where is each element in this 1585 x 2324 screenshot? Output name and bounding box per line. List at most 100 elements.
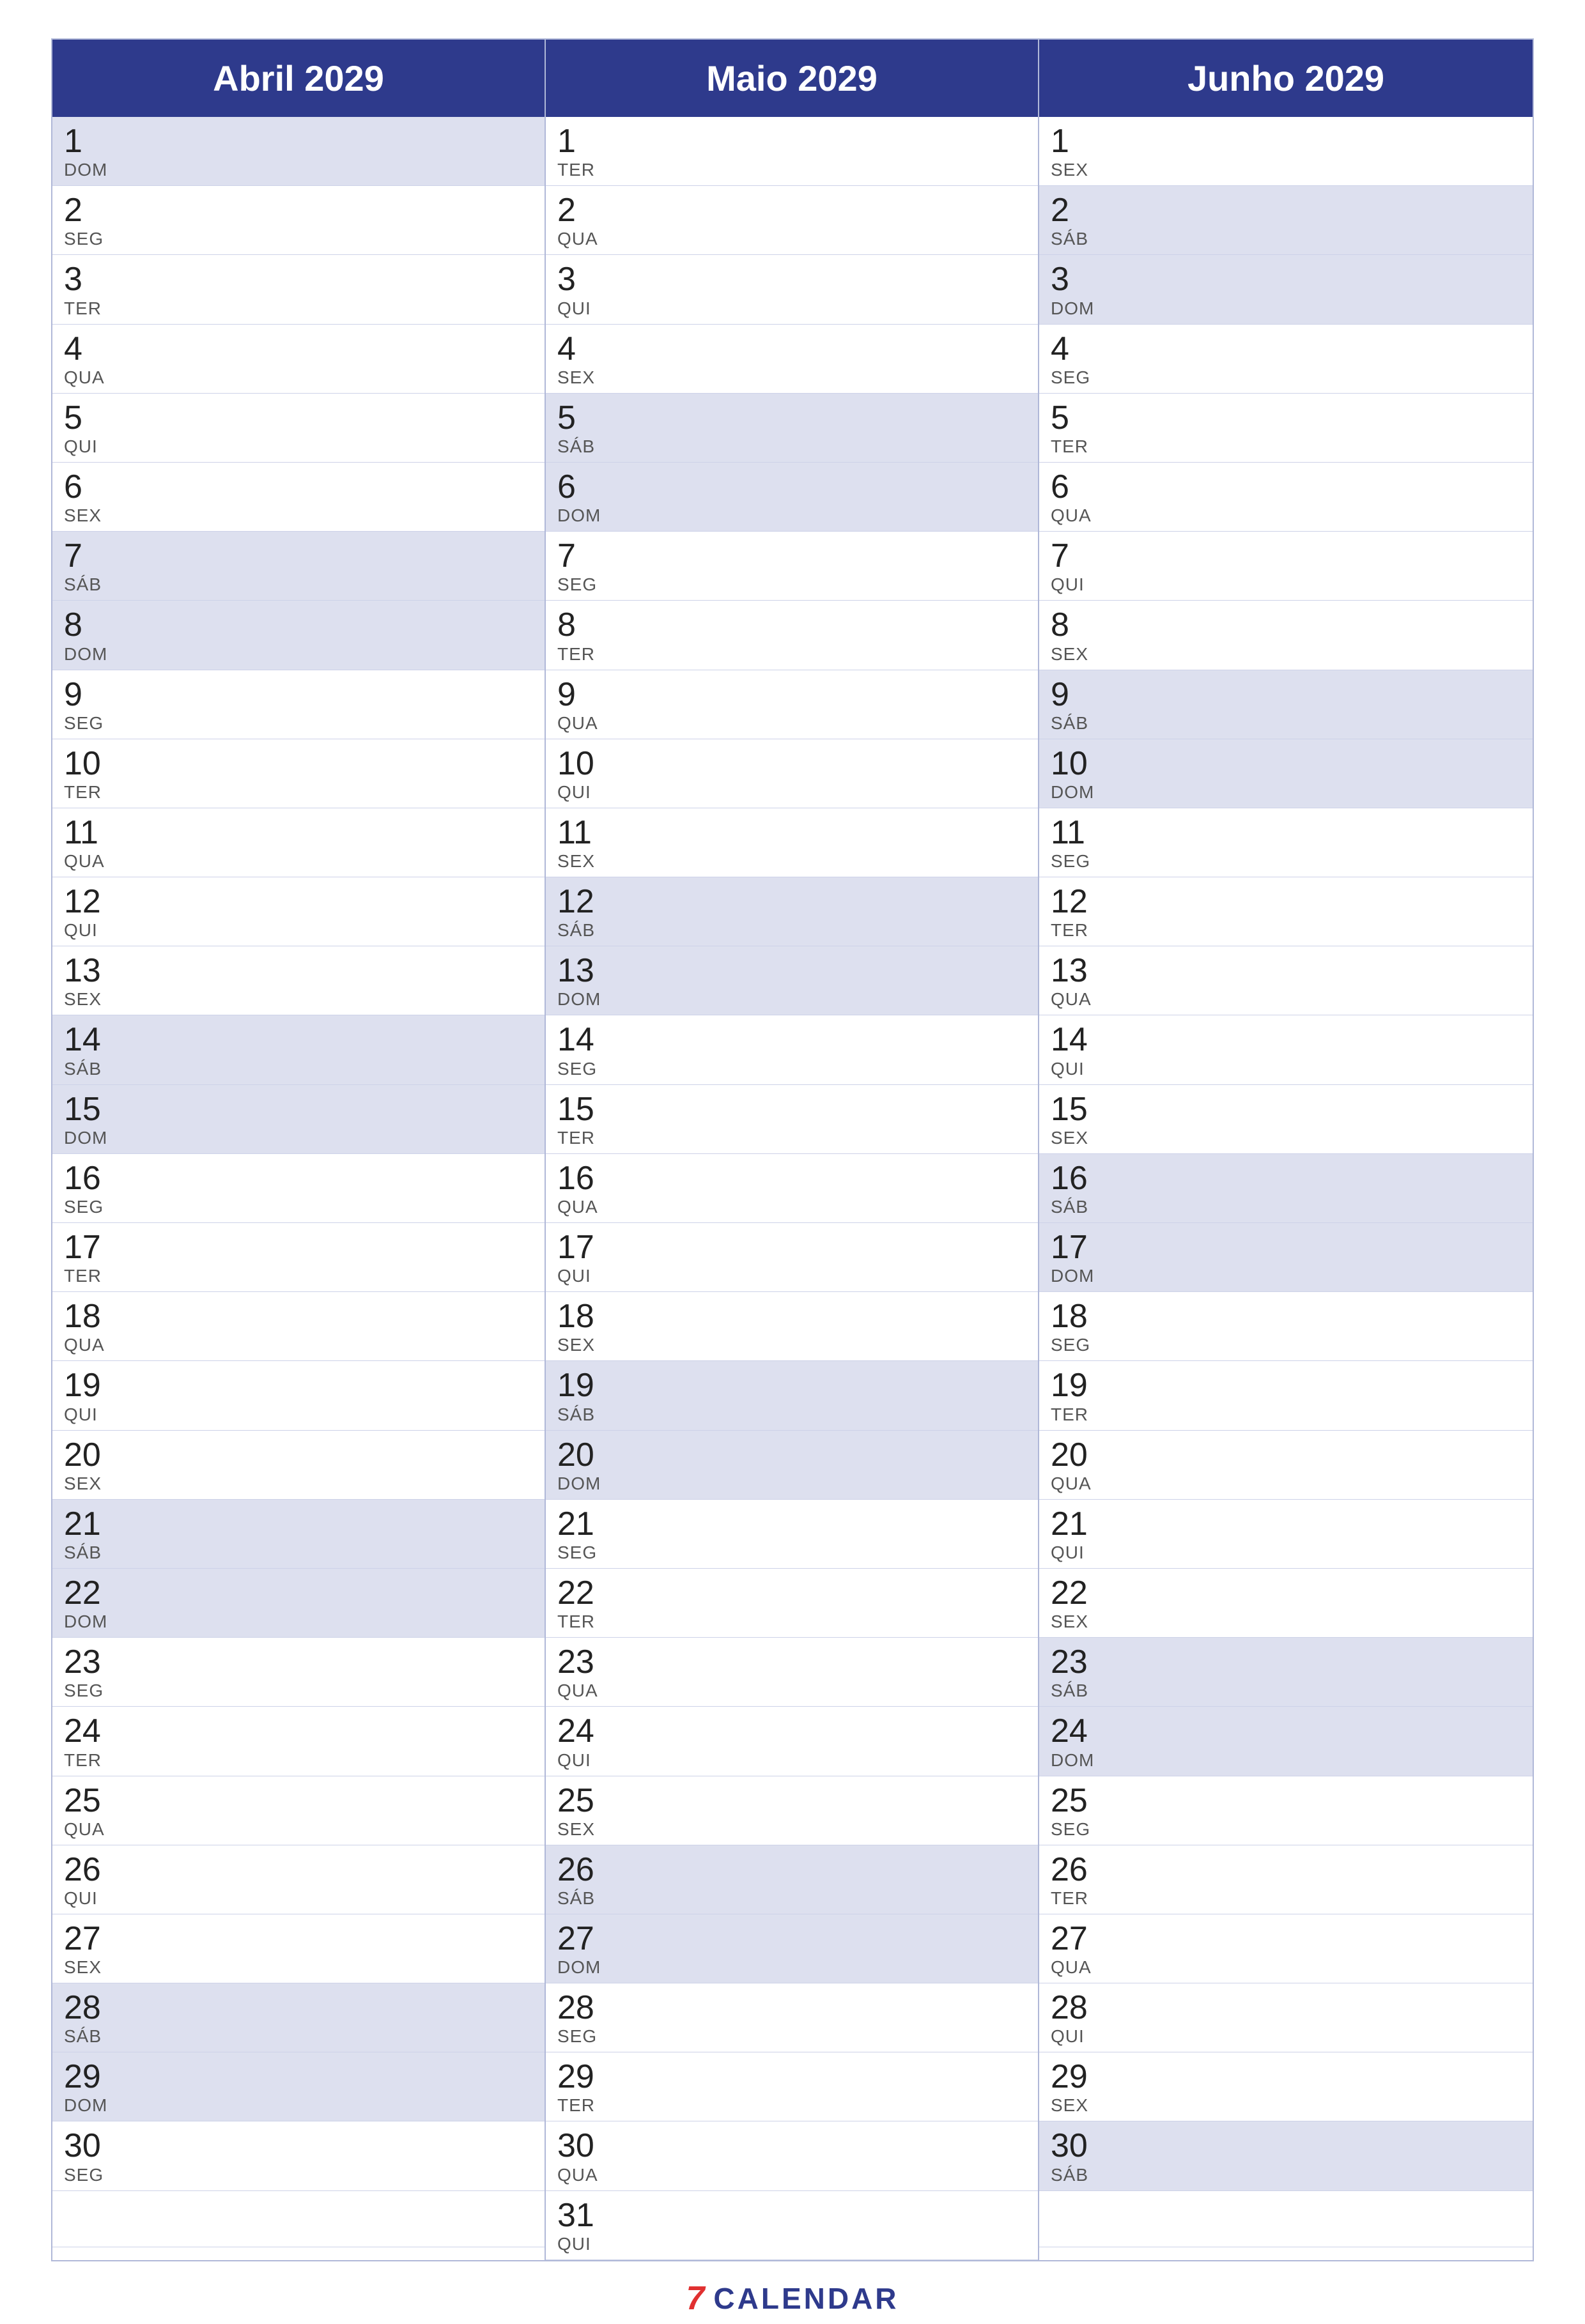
day-number: 14 <box>64 1022 533 1058</box>
day-name: DOM <box>1051 298 1521 319</box>
day-cell: 14QUI <box>1039 1015 1533 1084</box>
day-number: 4 <box>64 331 533 367</box>
day-number: 28 <box>64 1990 533 2026</box>
day-number: 10 <box>1051 746 1521 782</box>
day-number: 1 <box>64 123 533 160</box>
day-name: SEG <box>64 713 533 734</box>
day-name: SEG <box>557 574 1026 595</box>
day-name: SÁB <box>1051 2165 1521 2185</box>
day-number: 21 <box>1051 1506 1521 1543</box>
day-number: 23 <box>557 1644 1026 1681</box>
day-name: SEX <box>1051 2095 1521 2116</box>
day-number: 5 <box>557 400 1026 436</box>
day-name: SEG <box>1051 851 1521 872</box>
day-cell: 17DOM <box>1039 1223 1533 1292</box>
day-name: TER <box>1051 1404 1521 1425</box>
day-cell: 16SEG <box>52 1154 545 1223</box>
day-name: DOM <box>557 1474 1026 1494</box>
day-cell: 25SEX <box>546 1776 1038 1845</box>
day-cell: 22TER <box>546 1569 1038 1638</box>
day-cell: 10DOM <box>1039 739 1533 808</box>
day-name: SEX <box>64 1474 533 1494</box>
day-name: SEG <box>64 1681 533 1701</box>
day-cell: 7SEG <box>546 532 1038 601</box>
day-cell: 16QUA <box>546 1154 1038 1223</box>
day-cell: 10QUI <box>546 739 1038 808</box>
day-number: 24 <box>64 1713 533 1750</box>
day-number: 15 <box>557 1091 1026 1128</box>
header-row: Abril 2029Maio 2029Junho 2029 <box>52 40 1533 117</box>
day-number: 13 <box>1051 953 1521 989</box>
day-number: 22 <box>557 1575 1026 1612</box>
day-number: 28 <box>1051 1990 1521 2026</box>
day-cell: 28SÁB <box>52 1983 545 2052</box>
day-number: 1 <box>1051 123 1521 160</box>
day-number: 2 <box>1051 192 1521 229</box>
day-name: SÁB <box>64 1059 533 1079</box>
day-cell: 11SEG <box>1039 808 1533 877</box>
day-number: 27 <box>64 1921 533 1957</box>
day-name: SEX <box>1051 1612 1521 1632</box>
logo-text: CALENDAR <box>713 2281 899 2316</box>
day-name: SEG <box>64 2165 533 2185</box>
day-name: QUA <box>557 229 1026 249</box>
day-cell: 21SEG <box>546 1500 1038 1569</box>
day-cell: 22SEX <box>1039 1569 1533 1638</box>
day-cell: 14SÁB <box>52 1015 545 1084</box>
day-cell: 10TER <box>52 739 545 808</box>
day-name: TER <box>1051 1888 1521 1909</box>
day-name: QUI <box>557 782 1026 803</box>
day-name: SÁB <box>1051 713 1521 734</box>
day-cell: 6QUA <box>1039 463 1533 532</box>
day-name: QUA <box>557 1197 1026 1217</box>
day-cell: 13DOM <box>546 946 1038 1015</box>
day-name: SÁB <box>557 436 1026 457</box>
day-name: QUA <box>64 851 533 872</box>
day-col-2: 1SEX2SÁB3DOM4SEG5TER6QUA7QUI8SEX9SÁB10DO… <box>1039 117 1533 2260</box>
day-name: TER <box>1051 920 1521 941</box>
day-number: 29 <box>557 2059 1026 2095</box>
day-cell: 29SEX <box>1039 2052 1533 2121</box>
day-number: 18 <box>557 1298 1026 1335</box>
day-name: SEX <box>557 851 1026 872</box>
day-name: SÁB <box>1051 229 1521 249</box>
day-name: QUI <box>1051 1543 1521 1563</box>
day-name: SEX <box>64 505 533 526</box>
day-cell: 23SEG <box>52 1638 545 1707</box>
day-number: 2 <box>64 192 533 229</box>
day-name: TER <box>557 1128 1026 1148</box>
day-number: 5 <box>64 400 533 436</box>
day-number: 11 <box>1051 815 1521 851</box>
day-number: 10 <box>557 746 1026 782</box>
day-number: 14 <box>1051 1022 1521 1058</box>
day-name: SEX <box>64 989 533 1010</box>
day-cell: 14SEG <box>546 1015 1038 1084</box>
day-cell: 7QUI <box>1039 532 1533 601</box>
day-number: 12 <box>1051 884 1521 920</box>
day-name: TER <box>557 1612 1026 1632</box>
day-number: 16 <box>1051 1160 1521 1197</box>
day-number: 30 <box>557 2128 1026 2164</box>
day-name: QUA <box>64 1819 533 1840</box>
day-cell: 27SEX <box>52 1914 545 1983</box>
day-name: TER <box>1051 436 1521 457</box>
day-name: SEX <box>557 1335 1026 1355</box>
day-cell: 11SEX <box>546 808 1038 877</box>
day-number: 8 <box>1051 607 1521 643</box>
day-cell: 13SEX <box>52 946 545 1015</box>
day-cell: 21SÁB <box>52 1500 545 1569</box>
day-number: 17 <box>1051 1229 1521 1266</box>
day-name: QUI <box>557 298 1026 319</box>
day-number: 26 <box>1051 1852 1521 1888</box>
day-name: TER <box>64 298 533 319</box>
day-number: 9 <box>64 677 533 713</box>
day-cell: 30SEG <box>52 2121 545 2190</box>
day-cell: 15SEX <box>1039 1085 1533 1154</box>
day-number: 17 <box>557 1229 1026 1266</box>
day-cell: 29DOM <box>52 2052 545 2121</box>
day-number: 26 <box>557 1852 1026 1888</box>
day-number: 19 <box>64 1367 533 1404</box>
day-cell: 15TER <box>546 1085 1038 1154</box>
day-cell: 6DOM <box>546 463 1038 532</box>
day-cell: 4SEG <box>1039 325 1533 394</box>
